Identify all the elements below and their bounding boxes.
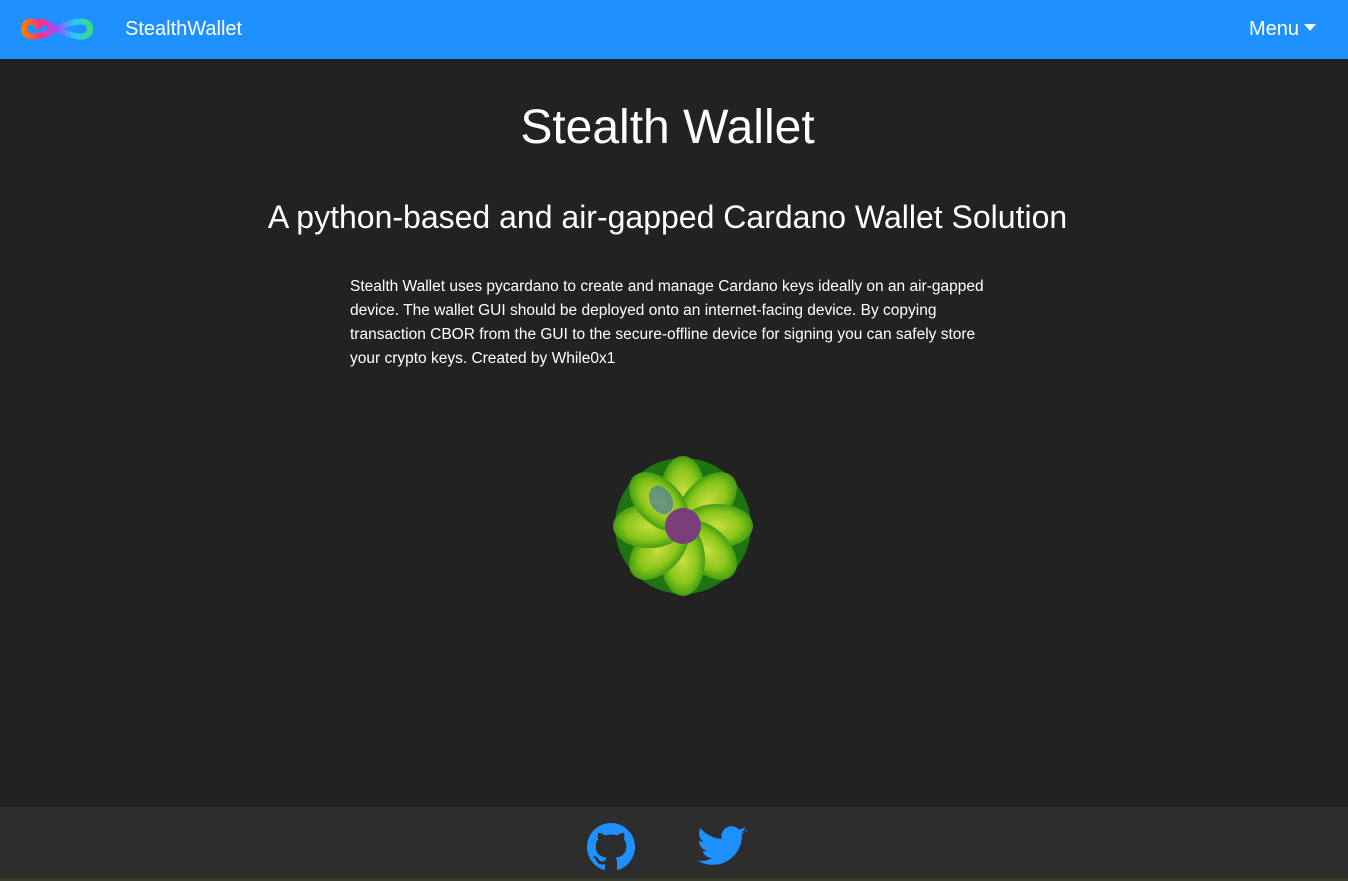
page-subtitle: A python-based and air-gapped Cardano Wa… bbox=[267, 199, 1068, 235]
description-text: Stealth Wallet uses pycardano to create … bbox=[350, 278, 984, 367]
page-title: Stealth Wallet bbox=[520, 101, 815, 154]
menu-label: Menu bbox=[1248, 18, 1299, 40]
caret-down-icon bbox=[1304, 23, 1316, 31]
twitter-icon[interactable] bbox=[697, 825, 747, 869]
brand-link[interactable]: StealthWallet bbox=[125, 16, 242, 42]
github-icon[interactable] bbox=[587, 823, 635, 871]
menu-dropdown[interactable]: Menu bbox=[1249, 16, 1316, 42]
footer bbox=[0, 807, 1348, 881]
navbar: StealthWallet Menu bbox=[0, 0, 1348, 59]
infinity-logo-icon[interactable] bbox=[20, 12, 94, 46]
flower-spinner-icon bbox=[613, 456, 753, 596]
